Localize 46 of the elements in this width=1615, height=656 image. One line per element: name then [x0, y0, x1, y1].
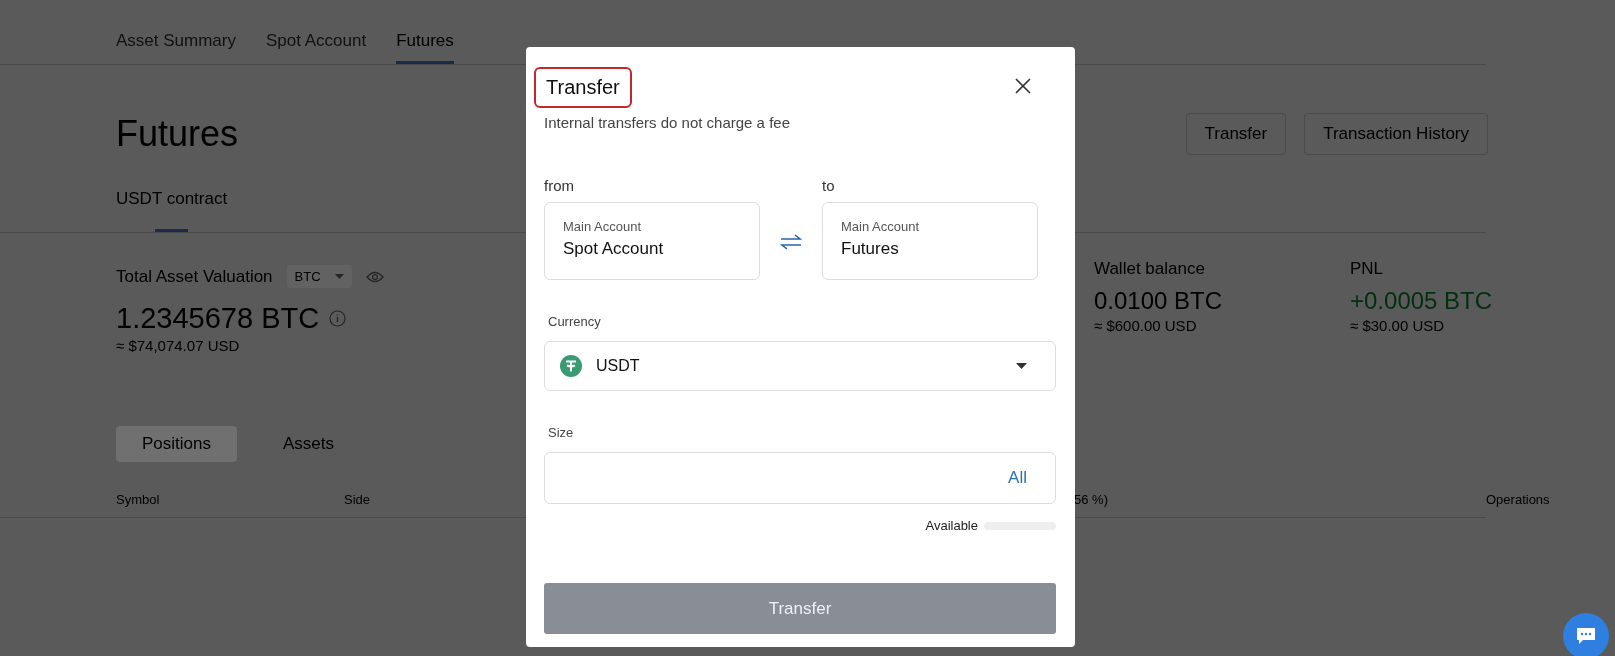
caret-icon — [1016, 363, 1027, 369]
header-button[interactable]: Transaction History — [1304, 113, 1488, 155]
chat-bubble-icon — [1575, 627, 1597, 645]
caret-icon — [334, 274, 344, 279]
header-button[interactable]: Transfer — [1185, 113, 1287, 155]
stat-value: +0.0005 BTC — [1350, 287, 1494, 315]
nav-tab[interactable]: Futures — [396, 20, 454, 64]
dialog-subtitle: Internal transfers do not charge a fee — [544, 114, 791, 131]
dialog-title: Transfer — [534, 67, 632, 108]
currency-select[interactable]: BTC — [286, 265, 352, 288]
account-caption: Main Account — [841, 219, 921, 234]
from-account-field[interactable]: Main Account Spot Account — [544, 202, 760, 280]
to-label: to — [822, 177, 836, 194]
page-title: Futures — [116, 113, 239, 155]
chat-button[interactable] — [1563, 613, 1609, 656]
all-link[interactable]: All — [1008, 468, 1027, 488]
available-label: Available — [925, 518, 978, 533]
account-caption: Main Account — [563, 219, 643, 234]
account-name: Spot Account — [563, 239, 665, 259]
to-account-field[interactable]: Main Account Futures — [822, 202, 1038, 280]
currency-label: Currency — [548, 314, 602, 329]
usd-equivalent: ≈ $30.00 USD — [1350, 317, 1446, 334]
nav-tab[interactable]: Asset Summary — [116, 20, 236, 64]
from-label: from — [544, 177, 575, 194]
column-header: 56 %) — [1074, 492, 1109, 507]
stat-label: PNL — [1350, 259, 1385, 279]
valuation-label: Total Asset Valuation — [116, 266, 273, 287]
stat-value: 0.0100 BTC — [1094, 287, 1224, 315]
size-label: Size — [548, 425, 575, 440]
total-amount: 1.2345678 BTC — [116, 302, 320, 335]
account-name: Futures — [841, 239, 900, 259]
tether-coin-icon — [560, 355, 582, 377]
currency-select[interactable]: USDT — [544, 341, 1056, 391]
swap-icon[interactable] — [780, 233, 802, 250]
list-tab[interactable]: Assets — [257, 426, 360, 462]
close-icon — [1015, 78, 1031, 94]
column-header: Symbol — [116, 492, 161, 507]
nav-tab[interactable]: Spot Account — [266, 20, 367, 64]
list-tab[interactable]: Positions — [116, 426, 237, 462]
column-header: Side — [344, 492, 372, 507]
usd-equivalent: ≈ $74,074.07 USD — [116, 337, 241, 354]
stat-label: Wallet balance — [1094, 259, 1206, 279]
contract-tab[interactable]: USDT contract — [116, 189, 228, 232]
usd-equivalent: ≈ $600.00 USD — [1094, 317, 1198, 334]
column-header: Operations — [1486, 492, 1550, 507]
size-field[interactable]: All — [544, 452, 1056, 504]
